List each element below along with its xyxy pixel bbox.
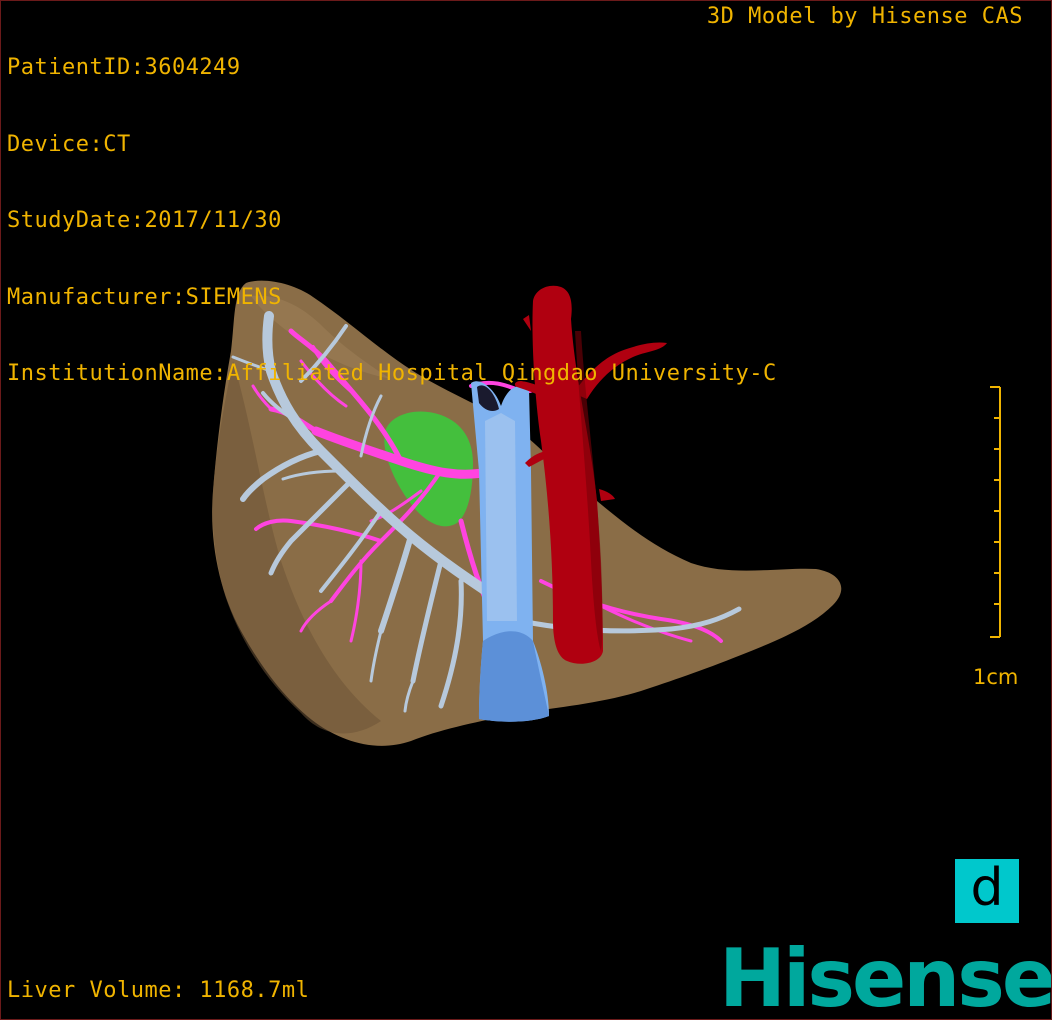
view-badge[interactable]: d — [955, 859, 1019, 923]
hisense-logo: Hisense — [719, 932, 1052, 1020]
3d-viewer[interactable]: PatientID:3604249 Device:CT StudyDate:20… — [0, 0, 1052, 1020]
institution-name: InstitutionName:Affiliated Hospital Qing… — [7, 361, 777, 386]
patient-id: PatientID:3604249 — [7, 55, 241, 80]
manufacturer: Manufacturer:SIEMENS — [7, 284, 282, 310]
study-date: StudyDate:2017/11/30 — [7, 208, 282, 233]
model-credit: 3D Model by Hisense CAS — [706, 4, 1023, 29]
scale-label: 1cm — [973, 665, 1019, 689]
liver-volume: Liver Volume: 1168.7ml — [7, 978, 310, 1003]
view-badge-letter: d — [970, 858, 1004, 918]
patient-info: PatientID:3604249 Device:CT StudyDate:20… — [7, 4, 777, 438]
scale-bar — [990, 386, 1001, 638]
device: Device:CT — [7, 131, 131, 157]
